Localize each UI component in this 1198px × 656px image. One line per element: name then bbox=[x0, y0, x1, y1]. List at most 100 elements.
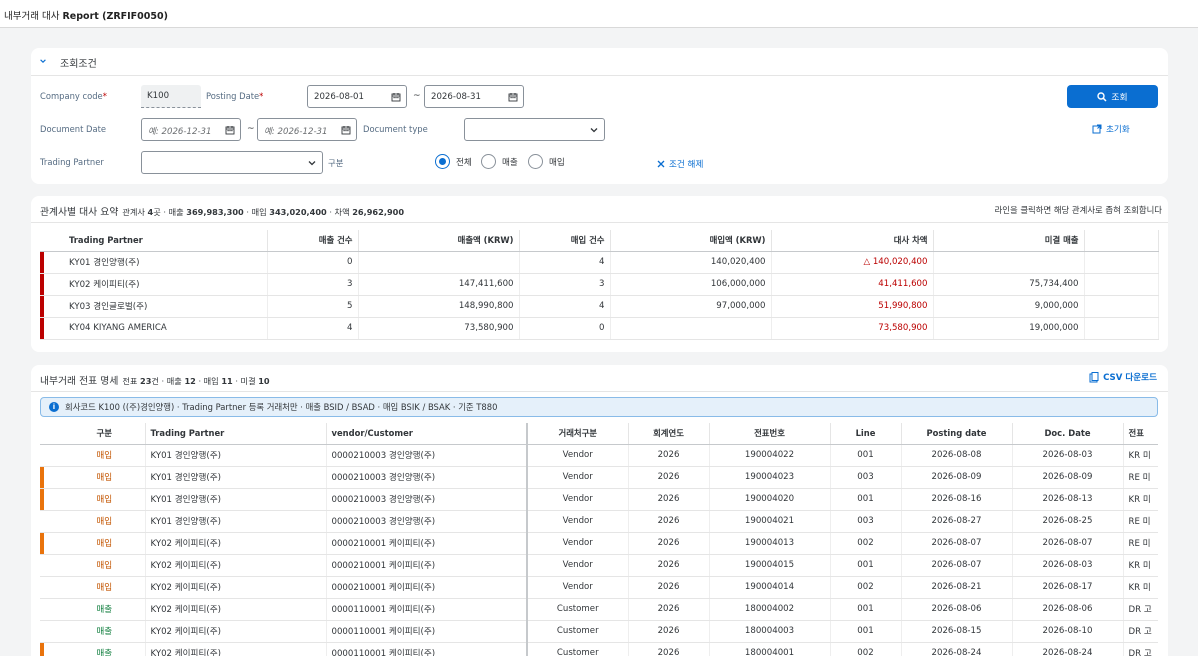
col-type[interactable]: 구분 bbox=[64, 423, 146, 445]
radio-purchase[interactable]: 매입 bbox=[528, 154, 565, 169]
cell-difference: 51,990,800 bbox=[771, 295, 934, 318]
col-open-sales[interactable]: 미결 매출 bbox=[933, 230, 1085, 252]
trading-partner-select[interactable] bbox=[141, 151, 323, 174]
cell-doc-number: 190004014 bbox=[709, 576, 831, 599]
cell-doc-date: 2026-08-13 bbox=[1012, 488, 1124, 511]
table-row[interactable]: 매출 KY02 케이피티(주) 0000110001 케이피티(주) Customer… bbox=[40, 620, 1158, 643]
chevron-down-icon[interactable] bbox=[39, 57, 47, 65]
cell-type: 매입 bbox=[64, 554, 146, 577]
summary-row[interactable]: KY02 케이피티(주) 3 147,411,600 3 106,000,000 41,4… bbox=[40, 273, 1159, 296]
summary-row[interactable]: KY01 경인양행(주) 0 4 140,020,400 △ 140,020,400 bbox=[40, 251, 1159, 274]
col-doc-number[interactable]: 전표번호 bbox=[709, 423, 831, 445]
table-row[interactable]: 매출 KY02 케이피티(주) 0000110001 케이피티(주) Customer… bbox=[40, 598, 1158, 621]
cell-doc-date: 2026-08-03 bbox=[1012, 554, 1124, 577]
col-trading-partner[interactable]: Trading Partner bbox=[64, 230, 268, 252]
col-doc-date[interactable]: Doc. Date bbox=[1012, 423, 1124, 445]
cell-partner: KY01 경인양행(주) bbox=[145, 510, 327, 533]
table-row[interactable]: 매출 KY02 케이피티(주) 0000110001 케이피티(주) Customer… bbox=[40, 642, 1158, 656]
status-indicator bbox=[40, 251, 44, 272]
summary-row[interactable]: KY04 KIYANG AMERICA 4 73,580,900 0 73,580,90… bbox=[40, 317, 1159, 340]
cell-partner: KY02 케이피티(주) bbox=[145, 554, 327, 577]
col-purchase-amount[interactable]: 매입액 (KRW) bbox=[610, 230, 772, 252]
detail-table-wrapper[interactable]: 구분 Trading Partner vendor/Customer 거래처구분… bbox=[40, 423, 1158, 656]
status-indicator bbox=[40, 488, 44, 509]
cell-doc-type: KR 미 bbox=[1123, 488, 1158, 511]
radio-all[interactable]: 전체 bbox=[435, 154, 472, 169]
search-button[interactable]: 조회 bbox=[1067, 85, 1158, 108]
posting-date-to[interactable]: 2026-08-31 bbox=[424, 85, 524, 108]
posting-date-from[interactable]: 2026-08-01 bbox=[307, 85, 407, 108]
chevron-down-icon[interactable] bbox=[307, 158, 317, 168]
row-indicator bbox=[40, 466, 64, 489]
document-date-from[interactable]: 예: 2026-12-31 bbox=[141, 118, 241, 141]
chevron-down-icon[interactable] bbox=[589, 125, 599, 135]
radio-sales-dot[interactable] bbox=[481, 154, 496, 169]
cell-line: 003 bbox=[830, 510, 902, 533]
cell-vendor-customer: 0000110001 케이피티(주) bbox=[326, 598, 528, 621]
table-row[interactable]: 매입 KY01 경인양행(주) 0000210003 경인양행(주) Vendor 20… bbox=[40, 510, 1158, 533]
col-line[interactable]: Line bbox=[830, 423, 902, 445]
table-row[interactable]: 매입 KY02 케이피티(주) 0000210001 케이피티(주) Vendor 20… bbox=[40, 576, 1158, 599]
row-indicator bbox=[40, 488, 64, 511]
summary-header-row: Trading Partner 매출 건수 매출액 (KRW) 매입 건수 매입… bbox=[40, 230, 1159, 252]
gubun-label: 구분 bbox=[328, 158, 344, 168]
cell-doc-type: DR 고 bbox=[1123, 620, 1158, 643]
cell-fiscal-year: 2026 bbox=[628, 598, 710, 621]
csv-download-button[interactable]: CSV 다운로드 bbox=[1089, 371, 1157, 383]
col-fiscal-year[interactable]: 회계연도 bbox=[628, 423, 710, 445]
col-trading-partner[interactable]: Trading Partner bbox=[145, 423, 327, 445]
cell-doc-date: 2026-08-03 bbox=[1012, 444, 1124, 467]
reset-button[interactable]: 초기화 bbox=[1092, 123, 1130, 135]
radio-all-dot[interactable] bbox=[435, 154, 450, 169]
status-indicator bbox=[40, 599, 44, 620]
cell-vendor-customer: 0000210003 경인양행(주) bbox=[326, 510, 528, 533]
table-row[interactable]: 매입 KY02 케이피티(주) 0000210001 케이피티(주) Vendor 20… bbox=[40, 554, 1158, 577]
detail-header-row: 구분 Trading Partner vendor/Customer 거래처구분… bbox=[40, 423, 1158, 445]
cell-doc-number: 180004001 bbox=[709, 642, 831, 656]
cell-posting-date: 2026-08-15 bbox=[901, 620, 1013, 643]
cell-vendor-customer: 0000210001 케이피티(주) bbox=[326, 532, 528, 555]
table-row[interactable]: 매입 KY01 경인양행(주) 0000210003 경인양행(주) Vendor 20… bbox=[40, 444, 1158, 467]
col-difference[interactable]: 대사 차액 bbox=[771, 230, 934, 252]
cell-sales-amount: 147,411,600 bbox=[358, 273, 520, 296]
row-indicator bbox=[40, 598, 64, 621]
company-code-field[interactable]: K100 bbox=[141, 85, 201, 108]
cell-line: 002 bbox=[830, 576, 902, 599]
cell-line: 001 bbox=[830, 488, 902, 511]
calendar-icon[interactable] bbox=[341, 125, 351, 135]
cell-partner: KY02 케이피티(주) bbox=[145, 642, 327, 656]
cell-line: 002 bbox=[830, 532, 902, 555]
filter-header[interactable]: 조회조건 bbox=[31, 48, 1168, 76]
cell-partner: KY01 경인양행(주) bbox=[145, 488, 327, 511]
col-vendor-customer[interactable]: vendor/Customer bbox=[326, 423, 528, 445]
cell-vendor-customer: 0000210003 경인양행(주) bbox=[326, 444, 528, 467]
document-date-to[interactable]: 예: 2026-12-31 bbox=[257, 118, 357, 141]
summary-row[interactable]: KY03 경인글로벌(주) 5 148,990,800 4 97,000,000 51,9… bbox=[40, 295, 1159, 318]
col-sales-count[interactable]: 매출 건수 bbox=[267, 230, 359, 252]
table-row[interactable]: 매입 KY01 경인양행(주) 0000210003 경인양행(주) Vendor 20… bbox=[40, 488, 1158, 511]
col-partner-type[interactable]: 거래처구분 bbox=[527, 423, 629, 445]
cell-partner: KY02 케이피티(주) bbox=[145, 598, 327, 621]
document-type-label: Document type bbox=[363, 124, 428, 134]
clear-conditions-button[interactable]: 조건 해제 bbox=[657, 158, 703, 170]
col-purchase-count[interactable]: 매입 건수 bbox=[519, 230, 611, 252]
cell-sales-count: 5 bbox=[267, 295, 359, 318]
row-indicator bbox=[40, 554, 64, 577]
radio-purchase-dot[interactable] bbox=[528, 154, 543, 169]
status-indicator bbox=[40, 273, 44, 294]
col-sales-amount[interactable]: 매출액 (KRW) bbox=[358, 230, 520, 252]
radio-sales[interactable]: 매출 bbox=[481, 154, 518, 169]
table-row[interactable]: 매입 KY02 케이피티(주) 0000210001 케이피티(주) Vendor 20… bbox=[40, 532, 1158, 555]
calendar-icon[interactable] bbox=[225, 125, 235, 135]
document-type-select[interactable] bbox=[464, 118, 605, 141]
col-posting-date[interactable]: Posting date bbox=[901, 423, 1013, 445]
calendar-icon[interactable] bbox=[391, 92, 401, 102]
status-indicator bbox=[40, 445, 44, 466]
cell-purchase-amount: 106,000,000 bbox=[610, 273, 772, 296]
cell-vendor-customer: 0000210001 케이피티(주) bbox=[326, 554, 528, 577]
table-row[interactable]: 매입 KY01 경인양행(주) 0000210003 경인양행(주) Vendor 20… bbox=[40, 466, 1158, 489]
cell-doc-type: KR 미 bbox=[1123, 576, 1158, 599]
calendar-icon[interactable] bbox=[508, 92, 518, 102]
row-indicator bbox=[40, 444, 64, 467]
col-doc-type[interactable]: 전표 bbox=[1123, 423, 1158, 445]
